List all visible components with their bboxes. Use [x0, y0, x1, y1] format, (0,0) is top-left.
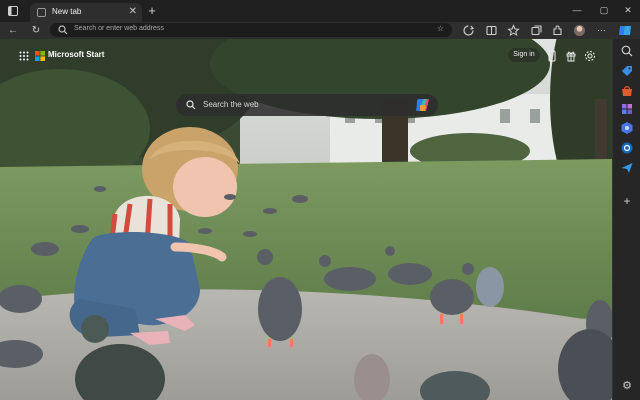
refresh-button[interactable]: ↻	[28, 23, 44, 38]
phone-icon[interactable]	[546, 50, 558, 62]
new-tab-page: Microsoft Start Sign in Search the web	[0, 39, 612, 400]
toolbar: ← ↻ Search or enter web address ☆ ···	[0, 22, 640, 39]
rewards-icon[interactable]	[565, 50, 577, 62]
extensions-icon[interactable]	[551, 24, 564, 37]
browser-essentials-icon[interactable]	[462, 24, 475, 37]
sidebar-shopping-icon[interactable]	[620, 84, 634, 98]
minimize-button[interactable]: —	[568, 3, 586, 17]
tab-close-icon[interactable]: ✕	[129, 6, 137, 18]
search-placeholder: Search the web	[203, 100, 259, 109]
profile-avatar[interactable]	[574, 25, 585, 36]
search-icon	[186, 100, 196, 110]
favorites-icon[interactable]	[507, 24, 520, 37]
copilot-icon[interactable]	[618, 24, 632, 37]
sidebar-tag-icon[interactable]	[620, 64, 634, 78]
edge-sidebar: + ⚙	[612, 39, 640, 400]
split-screen-icon[interactable]	[485, 24, 498, 37]
tab-actions-icon[interactable]	[8, 6, 18, 16]
more-icon[interactable]: ···	[595, 24, 608, 37]
web-search-box[interactable]: Search the web	[176, 94, 438, 116]
settings-icon[interactable]	[584, 50, 596, 62]
new-tab-favicon	[37, 8, 46, 17]
sign-in-button[interactable]: Sign in	[508, 48, 540, 62]
collections-icon[interactable]	[530, 24, 543, 37]
microsoft-start-brand[interactable]: Microsoft Start	[48, 50, 104, 59]
sidebar-tools-icon[interactable]	[620, 102, 634, 116]
tab-new-tab[interactable]: New tab ✕	[30, 3, 142, 22]
copilot-icon[interactable]	[415, 98, 430, 112]
sidebar-settings-icon[interactable]: ⚙	[620, 379, 634, 393]
address-placeholder: Search or enter web address	[74, 25, 164, 32]
sidebar-search-icon[interactable]	[620, 44, 634, 58]
sidebar-outlook-icon[interactable]	[620, 141, 634, 155]
microsoft-logo-icon	[35, 51, 45, 61]
tab-title: New tab	[52, 7, 82, 16]
title-bar: New tab ✕ + — ▢ ✕	[0, 0, 640, 22]
new-tab-button[interactable]: +	[145, 3, 159, 19]
back-button[interactable]: ←	[5, 23, 21, 38]
apps-grid-icon[interactable]	[19, 51, 29, 61]
address-bar[interactable]: Search or enter web address ☆	[50, 23, 452, 37]
search-icon	[58, 25, 68, 35]
favorite-star-icon[interactable]: ☆	[437, 24, 444, 33]
close-window-button[interactable]: ✕	[619, 3, 637, 17]
sidebar-send-icon[interactable]	[620, 161, 634, 175]
sidebar-add-button[interactable]: +	[620, 194, 634, 208]
maximize-button[interactable]: ▢	[595, 3, 613, 17]
sidebar-games-icon[interactable]	[620, 121, 634, 135]
